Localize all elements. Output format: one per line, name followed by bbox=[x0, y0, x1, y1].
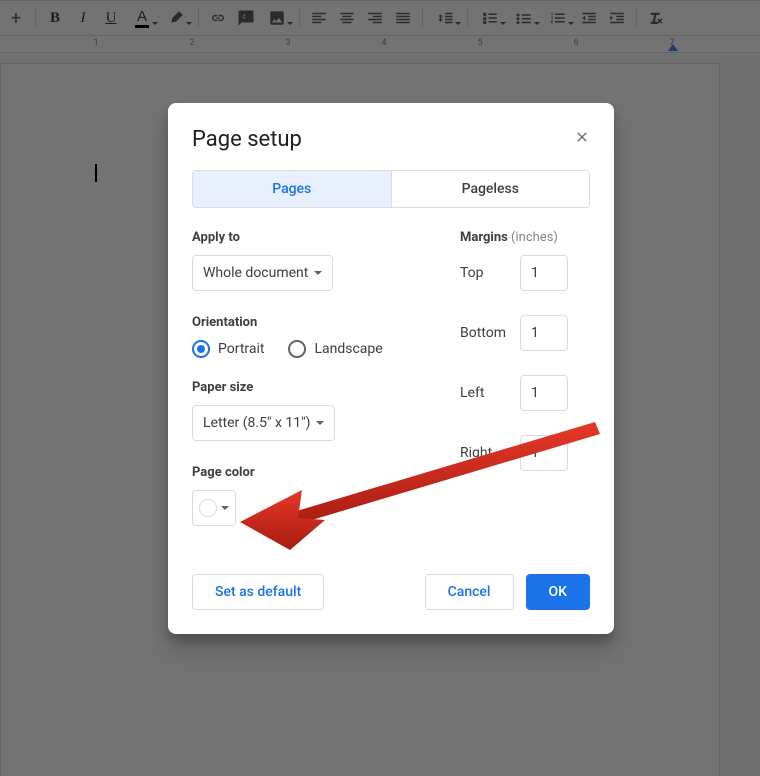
color-preview-circle bbox=[199, 499, 217, 517]
cancel-button[interactable]: Cancel bbox=[425, 574, 514, 610]
page-setup-dialog: Page setup Pages Pageless Apply to Whole… bbox=[168, 103, 614, 634]
paper-size-value: Letter (8.5" x 11") bbox=[203, 415, 310, 431]
margin-top-input[interactable] bbox=[520, 255, 568, 291]
page-color-dropdown[interactable] bbox=[192, 490, 236, 526]
chevron-down-icon bbox=[316, 421, 324, 425]
page-color-label: Page color bbox=[192, 465, 400, 480]
ok-button[interactable]: OK bbox=[526, 574, 591, 610]
set-default-button[interactable]: Set as default bbox=[192, 574, 324, 610]
margin-bottom-label: Bottom bbox=[460, 325, 520, 341]
paper-size-dropdown[interactable]: Letter (8.5" x 11") bbox=[192, 405, 335, 441]
apply-to-label: Apply to bbox=[192, 230, 400, 245]
close-button[interactable] bbox=[570, 125, 594, 149]
mode-tabs: Pages Pageless bbox=[192, 170, 590, 208]
margin-right-input[interactable] bbox=[520, 435, 568, 471]
margin-left-label: Left bbox=[460, 385, 520, 401]
dialog-title: Page setup bbox=[192, 127, 590, 152]
orientation-label: Orientation bbox=[192, 315, 400, 330]
left-column: Apply to Whole document Orientation Port… bbox=[192, 230, 400, 526]
chevron-down-icon bbox=[221, 506, 229, 510]
chevron-down-icon bbox=[314, 271, 322, 275]
orientation-portrait-radio[interactable]: Portrait bbox=[192, 340, 264, 358]
tab-pageless[interactable]: Pageless bbox=[391, 171, 590, 207]
close-icon bbox=[574, 129, 590, 145]
orientation-landscape-radio[interactable]: Landscape bbox=[288, 340, 382, 358]
right-column: Margins (inches) Top Bottom Left Right bbox=[460, 230, 590, 526]
apply-to-dropdown[interactable]: Whole document bbox=[192, 255, 333, 291]
margin-right-label: Right bbox=[460, 445, 520, 461]
tab-pages[interactable]: Pages bbox=[193, 171, 391, 207]
margin-top-label: Top bbox=[460, 265, 520, 281]
margins-label: Margins (inches) bbox=[460, 230, 590, 245]
portrait-label: Portrait bbox=[218, 341, 264, 357]
landscape-label: Landscape bbox=[314, 341, 382, 357]
margin-left-input[interactable] bbox=[520, 375, 568, 411]
apply-to-value: Whole document bbox=[203, 265, 308, 281]
margin-bottom-input[interactable] bbox=[520, 315, 568, 351]
paper-size-label: Paper size bbox=[192, 380, 400, 395]
